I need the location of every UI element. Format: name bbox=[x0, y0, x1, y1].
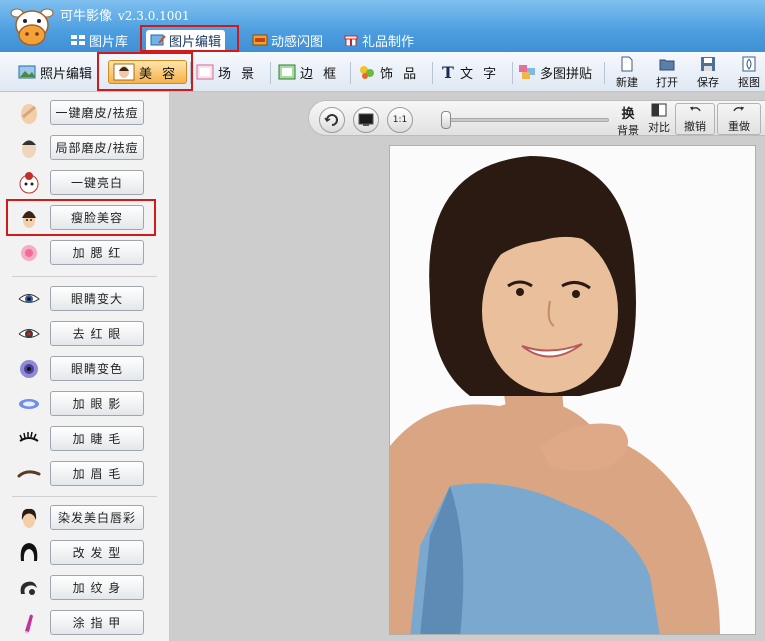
new-file-icon bbox=[621, 56, 633, 72]
zoom-ratio: 1:1 bbox=[392, 115, 408, 125]
edited-photo[interactable] bbox=[389, 145, 756, 635]
cutout-button[interactable]: 抠图 bbox=[732, 56, 765, 90]
one-click-smooth-button[interactable]: 一键磨皮/祛痘 bbox=[50, 100, 144, 125]
actual-size-button[interactable]: 1:1 bbox=[387, 107, 413, 133]
film-icon bbox=[252, 34, 268, 46]
enlarge-eye-icon bbox=[16, 286, 42, 312]
text-icon: T bbox=[442, 64, 454, 80]
add-eyebrow-button[interactable]: 加 眉 毛 bbox=[50, 461, 144, 486]
change-hairstyle-button[interactable]: 改 发 型 bbox=[50, 540, 144, 565]
hair-dye-lip-button[interactable]: 染发美白唇彩 bbox=[50, 505, 144, 530]
highlight-box-slim-face bbox=[6, 199, 156, 236]
highlight-box-edit-tab bbox=[140, 25, 239, 52]
eyelash-icon bbox=[16, 426, 42, 452]
grid-icon bbox=[71, 35, 85, 45]
photo-edit-icon bbox=[18, 65, 36, 79]
list-item: 眼睛变色 bbox=[0, 352, 165, 386]
frame-icon bbox=[278, 64, 296, 80]
compare-icon bbox=[651, 103, 667, 117]
view-toolbar: 1:1 换 背景 对比 撤销 重做 bbox=[308, 100, 765, 137]
portrait-image bbox=[390, 146, 755, 634]
decoration-icon bbox=[360, 66, 374, 79]
new-button[interactable]: 新建 bbox=[610, 56, 644, 90]
paint-nails-button[interactable]: 涂 指 甲 bbox=[50, 610, 144, 635]
tab-animated-flash[interactable]: 动感闪图 bbox=[248, 30, 327, 50]
enlarge-eyes-button[interactable]: 眼睛变大 bbox=[50, 286, 144, 311]
tab-collage[interactable]: 多图拼贴 bbox=[518, 60, 592, 84]
change-eye-color-button[interactable]: 眼睛变色 bbox=[50, 356, 144, 381]
add-blush-button[interactable]: 加 腮 红 bbox=[50, 240, 144, 265]
highlight-box-beauty-tab bbox=[97, 52, 193, 91]
nail-polish-icon bbox=[16, 610, 42, 636]
cutout-icon bbox=[742, 56, 756, 72]
tab-text[interactable]: T 文 字 bbox=[440, 60, 499, 84]
title-bar: 可牛影像 v2.3.0.1001 图片库 图片编辑 动感闪图 礼品制作 bbox=[0, 0, 765, 52]
list-item: 染发美白唇彩 bbox=[0, 501, 165, 535]
whiten-icon bbox=[16, 170, 42, 196]
redo-icon bbox=[733, 106, 745, 112]
app-version: v2.3.0.1001 bbox=[118, 9, 190, 23]
list-item: 局部磨皮/祛痘 bbox=[0, 131, 165, 165]
collage-icon bbox=[519, 65, 535, 79]
add-tattoo-button[interactable]: 加 纹 身 bbox=[50, 575, 144, 600]
undo-icon bbox=[689, 106, 701, 112]
skin-smooth-icon bbox=[16, 100, 42, 126]
tab-frame[interactable]: 边 框 bbox=[278, 60, 339, 84]
tab-decoration[interactable]: 饰 品 bbox=[358, 60, 419, 84]
gift-icon bbox=[344, 35, 358, 46]
zoom-slider-track[interactable] bbox=[449, 118, 609, 122]
rotate-icon bbox=[324, 114, 338, 126]
fit-screen-button[interactable] bbox=[353, 107, 379, 133]
save-button[interactable]: 保存 bbox=[691, 56, 725, 90]
folder-open-icon bbox=[659, 59, 675, 71]
hairstyle-icon bbox=[16, 540, 42, 566]
one-click-whiten-button[interactable]: 一键亮白 bbox=[50, 170, 144, 195]
add-eyelash-button[interactable]: 加 睫 毛 bbox=[50, 426, 144, 451]
open-button[interactable]: 打开 bbox=[650, 56, 684, 90]
red-eye-icon bbox=[16, 321, 42, 347]
tab-gift-making[interactable]: 礼品制作 bbox=[339, 30, 418, 50]
list-item: 去 红 眼 bbox=[0, 317, 165, 351]
list-item: 一键亮白 bbox=[0, 166, 165, 200]
list-item: 加 睫 毛 bbox=[0, 422, 165, 456]
beauty-tools-panel: 一键磨皮/祛痘 局部磨皮/祛痘 一键亮白 瘦脸美容 加 腮 红 眼睛变大 去 红… bbox=[0, 92, 170, 641]
tab-photo-edit[interactable]: 照片编辑 bbox=[18, 60, 92, 84]
remove-red-eye-button[interactable]: 去 红 眼 bbox=[50, 321, 144, 346]
eye-shadow-icon bbox=[16, 391, 42, 417]
list-item: 改 发 型 bbox=[0, 536, 165, 570]
tab-picture-library[interactable]: 图片库 bbox=[66, 30, 132, 50]
list-item: 眼睛变大 bbox=[0, 282, 165, 316]
app-title: 可牛影像 v2.3.0.1001 bbox=[60, 9, 190, 24]
photo-canvas-area: 1:1 换 背景 对比 撤销 重做 bbox=[170, 92, 765, 641]
svg-text:T: T bbox=[442, 64, 454, 80]
undo-button[interactable]: 撤销 bbox=[675, 103, 715, 135]
list-item: 加 腮 红 bbox=[0, 236, 165, 270]
list-item: 加 眼 影 bbox=[0, 387, 165, 421]
blush-icon bbox=[16, 240, 42, 266]
tab-scene[interactable]: 场 景 bbox=[196, 60, 257, 84]
rotate-button[interactable] bbox=[319, 107, 345, 133]
monitor-icon bbox=[358, 113, 374, 126]
list-item: 一键磨皮/祛痘 bbox=[0, 96, 165, 130]
scene-icon bbox=[196, 64, 214, 80]
list-item: 涂 指 甲 bbox=[0, 606, 165, 640]
hair-dye-icon bbox=[16, 505, 42, 531]
change-background-button[interactable]: 换 背景 bbox=[613, 103, 643, 137]
tattoo-icon bbox=[16, 575, 42, 601]
eye-color-icon bbox=[16, 356, 42, 382]
partial-smooth-icon bbox=[16, 135, 42, 161]
zoom-slider-handle[interactable] bbox=[441, 111, 451, 129]
save-icon bbox=[701, 57, 715, 71]
redo-button[interactable]: 重做 bbox=[717, 103, 761, 135]
partial-smooth-button[interactable]: 局部磨皮/祛痘 bbox=[50, 135, 144, 160]
cow-logo-icon bbox=[9, 3, 55, 49]
list-item: 加 眉 毛 bbox=[0, 457, 165, 491]
list-item: 加 纹 身 bbox=[0, 571, 165, 605]
compare-button[interactable]: 对比 bbox=[645, 103, 673, 135]
background-icon: 换 bbox=[621, 107, 635, 122]
eyebrow-icon bbox=[16, 461, 42, 487]
add-eye-shadow-button[interactable]: 加 眼 影 bbox=[50, 391, 144, 416]
